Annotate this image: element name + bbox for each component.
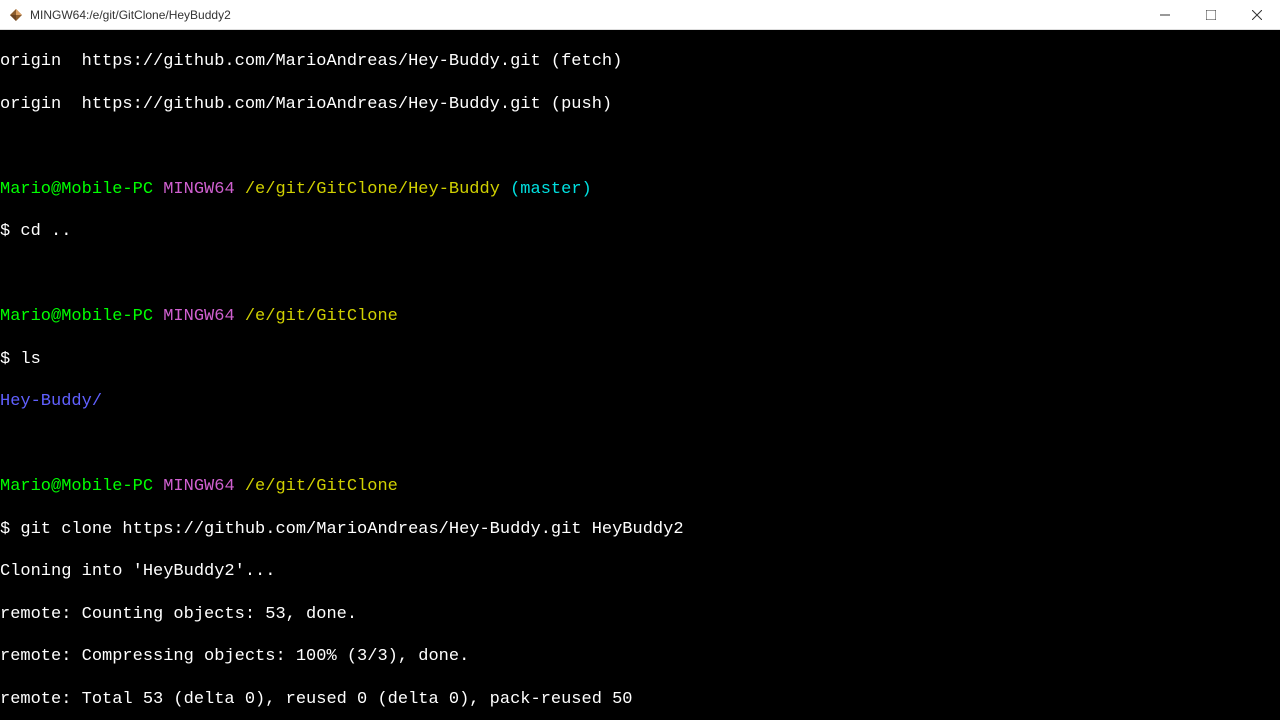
window-controls xyxy=(1142,0,1280,30)
prompt-path: /e/git/GitClone xyxy=(245,307,398,326)
app-icon xyxy=(8,7,24,23)
close-button[interactable] xyxy=(1234,0,1280,30)
prompt-path: /e/git/GitClone xyxy=(245,477,398,496)
prompt-symbol: $ xyxy=(0,222,10,241)
prompt-user: Mario@Mobile-PC xyxy=(0,180,153,199)
command-line: $ git clone https://github.com/MarioAndr… xyxy=(0,519,1280,540)
output-line: origin https://github.com/MarioAndreas/H… xyxy=(0,94,1280,115)
blank-line xyxy=(0,264,1280,285)
prompt-line: Mario@Mobile-PC MINGW64 /e/git/GitClone/… xyxy=(0,179,1280,200)
prompt-line: Mario@Mobile-PC MINGW64 /e/git/GitClone xyxy=(0,476,1280,497)
prompt-symbol: $ xyxy=(0,520,10,539)
output-line: origin https://github.com/MarioAndreas/H… xyxy=(0,51,1280,72)
prompt-user: Mario@Mobile-PC xyxy=(0,477,153,496)
prompt-user: Mario@Mobile-PC xyxy=(0,307,153,326)
prompt-env: MINGW64 xyxy=(163,180,234,199)
output-line: remote: Counting objects: 53, done. xyxy=(0,604,1280,625)
blank-line xyxy=(0,136,1280,157)
command-text: git clone https://github.com/MarioAndrea… xyxy=(20,520,683,539)
titlebar: MINGW64:/e/git/GitClone/HeyBuddy2 xyxy=(0,0,1280,30)
maximize-button[interactable] xyxy=(1188,0,1234,30)
titlebar-left: MINGW64:/e/git/GitClone/HeyBuddy2 xyxy=(8,7,231,23)
output-line: Hey-Buddy/ xyxy=(0,391,1280,412)
prompt-path: /e/git/GitClone/Hey-Buddy xyxy=(245,180,500,199)
blank-line xyxy=(0,434,1280,455)
minimize-button[interactable] xyxy=(1142,0,1188,30)
output-line: Cloning into 'HeyBuddy2'... xyxy=(0,561,1280,582)
command-line: $ ls xyxy=(0,349,1280,370)
prompt-env: MINGW64 xyxy=(163,477,234,496)
command-line: $ cd .. xyxy=(0,221,1280,242)
window-title: MINGW64:/e/git/GitClone/HeyBuddy2 xyxy=(30,8,231,22)
prompt-line: Mario@Mobile-PC MINGW64 /e/git/GitClone xyxy=(0,306,1280,327)
prompt-symbol: $ xyxy=(0,350,10,369)
output-line: remote: Compressing objects: 100% (3/3),… xyxy=(0,646,1280,667)
output-line: remote: Total 53 (delta 0), reused 0 (de… xyxy=(0,689,1280,710)
prompt-branch: (master) xyxy=(510,180,592,199)
prompt-env: MINGW64 xyxy=(163,307,234,326)
command-text: cd .. xyxy=(20,222,71,241)
command-text: ls xyxy=(20,350,40,369)
terminal[interactable]: origin https://github.com/MarioAndreas/H… xyxy=(0,30,1280,720)
